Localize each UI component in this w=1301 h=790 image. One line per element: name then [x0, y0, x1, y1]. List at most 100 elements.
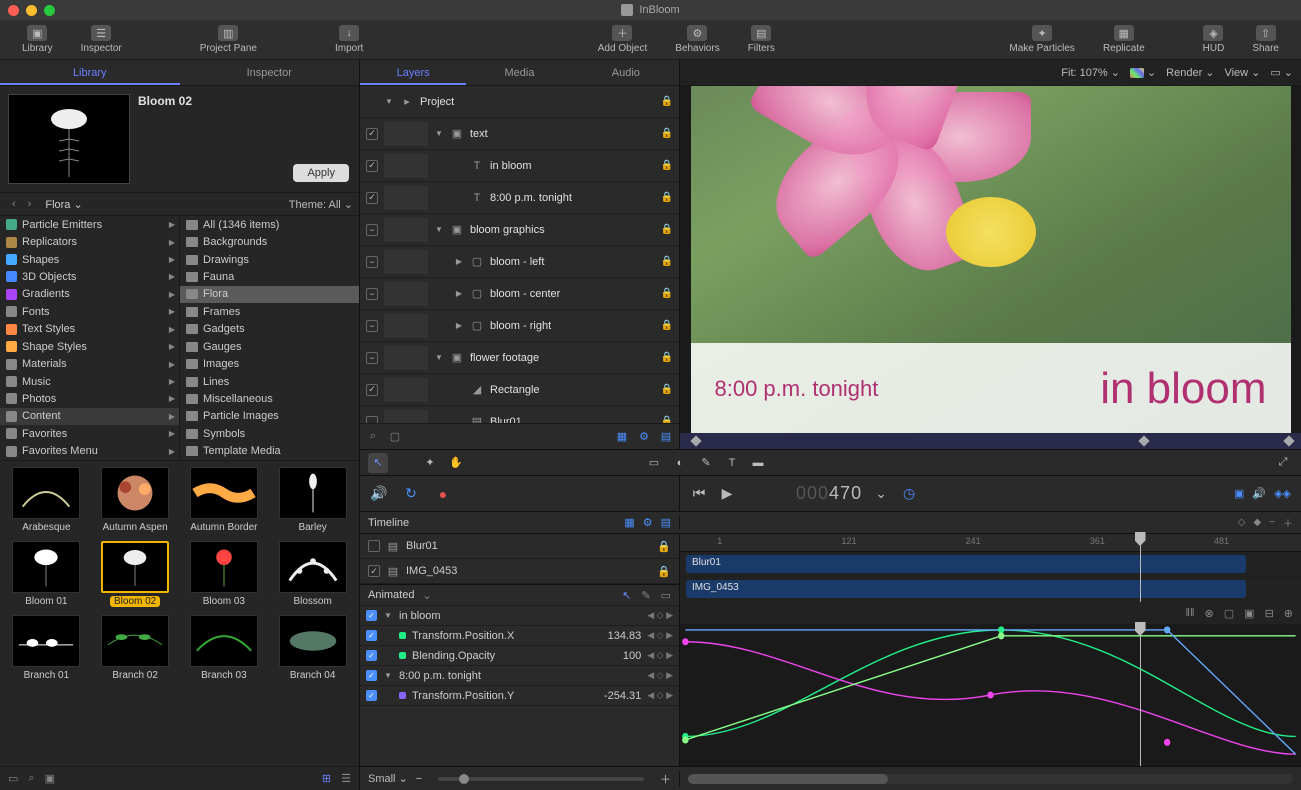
mask-icon[interactable]: ▦ [615, 430, 629, 444]
track-lane[interactable]: IMG_0453 [680, 577, 1301, 602]
filter-icon[interactable]: ▤ [659, 430, 673, 444]
layers-filter-icon[interactable]: ▢ [388, 430, 402, 444]
layer-row[interactable]: ▼▣text🔒 [360, 118, 679, 150]
curves-editor[interactable] [680, 624, 1301, 766]
content-item[interactable]: Autumn Aspen [93, 465, 178, 535]
layout-popup[interactable]: ▭ ⌄ [1270, 66, 1293, 79]
folder-item[interactable]: Gadgets [180, 321, 359, 338]
folder-item[interactable]: Miscellaneous [180, 390, 359, 407]
canvas-viewer[interactable]: 8:00 p.m. tonight in bloom [680, 86, 1301, 433]
kf-fit-icon[interactable]: ⊟ [1265, 607, 1274, 620]
zoom-plus-icon[interactable]: ＋ [660, 771, 671, 787]
path-icon[interactable]: ▭ [8, 772, 18, 785]
keyframe-editor-icon[interactable]: ▣ [1234, 487, 1244, 500]
audio-toggle-icon[interactable]: 🔊 [370, 485, 388, 503]
content-item[interactable]: Arabesque [4, 465, 89, 535]
content-item[interactable]: Bloom 02 [93, 539, 178, 609]
breadcrumb-forward[interactable]: › [22, 198, 38, 210]
library-toolbar-button[interactable]: ▣Library [8, 23, 67, 56]
lock-icon[interactable]: 🔒 [661, 352, 673, 363]
timeline-hscroll[interactable] [688, 774, 1293, 784]
layer-visibility-checkbox[interactable] [366, 352, 378, 364]
param-row[interactable]: ✓▼in bloom◀ ◇ ▶ [360, 606, 679, 626]
media-tab[interactable]: Media [466, 60, 572, 85]
lock-icon[interactable]: 🔒 [661, 96, 673, 107]
layer-row[interactable]: ▶▢bloom - center🔒 [360, 278, 679, 310]
clip[interactable]: IMG_0453 [686, 580, 1246, 598]
disclosure-icon[interactable]: ▶ [454, 257, 464, 266]
theme-filter[interactable]: Theme: All ⌄ [289, 198, 353, 211]
mini-timeline[interactable] [680, 433, 1301, 449]
zoom-slider[interactable] [438, 777, 644, 781]
category-item[interactable]: Replicators▶ [0, 233, 179, 250]
rectangle-tool-icon[interactable]: ▭ [644, 453, 664, 473]
behavior-icon[interactable]: ⚙ [637, 430, 651, 444]
make-particles-button[interactable]: ✦Make Particles [995, 23, 1089, 56]
category-item[interactable]: Favorites▶ [0, 425, 179, 442]
fullscreen-icon[interactable]: ⤢ [1273, 453, 1293, 473]
kf-zoom-icon[interactable]: ⊕ [1284, 607, 1293, 620]
content-item[interactable]: Barley [270, 465, 355, 535]
layer-row[interactable]: ▶▢bloom - left🔒 [360, 246, 679, 278]
category-item[interactable]: Fonts▶ [0, 303, 179, 320]
timeline-track-header[interactable]: ▤IMG_0453🔒 [360, 559, 679, 584]
render-popup[interactable]: Render ⌄ [1166, 66, 1214, 79]
kf-clear-icon[interactable]: ⊗ [1205, 607, 1214, 620]
breadcrumb-back[interactable]: ‹ [6, 198, 22, 210]
lock-icon[interactable]: 🔒 [661, 128, 673, 139]
category-item[interactable]: 3D Objects▶ [0, 268, 179, 285]
category-item[interactable]: Text Styles▶ [0, 321, 179, 338]
pointer-tool-icon[interactable]: ↖ [622, 589, 631, 602]
content-item[interactable]: Blossom [270, 539, 355, 609]
marker-icon[interactable]: ◆ [1253, 517, 1261, 528]
layer-row[interactable]: ▶▢bloom - right🔒 [360, 310, 679, 342]
kf-box-icon[interactable]: ▢ [1224, 607, 1234, 620]
content-item[interactable]: Branch 03 [182, 613, 267, 683]
disclosure-icon[interactable]: ▼ [434, 129, 444, 138]
layer-list[interactable]: ▼▸Project🔒▼▣text🔒Tin bloom🔒T8:00 p.m. to… [360, 86, 679, 423]
category-item[interactable]: Music▶ [0, 373, 179, 390]
folder-item[interactable]: Symbols [180, 425, 359, 442]
loop-icon[interactable]: ↻ [402, 485, 420, 503]
zoom-minus-icon[interactable]: − [416, 773, 422, 785]
box-tool-icon[interactable]: ▭ [661, 589, 671, 602]
close-window[interactable] [8, 5, 19, 16]
kf-audio-icon[interactable]: ‖‖ [1185, 607, 1194, 620]
audio-tab[interactable]: Audio [573, 60, 679, 85]
layer-visibility-checkbox[interactable] [366, 256, 378, 268]
fit-zoom[interactable]: Fit: 107% ⌄ [1061, 66, 1120, 79]
content-item[interactable]: Bloom 01 [4, 539, 89, 609]
content-item[interactable]: Branch 01 [4, 613, 89, 683]
category-list[interactable]: Particle Emitters▶Replicators▶Shapes▶3D … [0, 216, 180, 460]
color-channel-popup[interactable]: ⌄ [1130, 66, 1156, 79]
go-to-start-icon[interactable]: ⏮ [690, 485, 708, 503]
import-button[interactable]: ↓Import [321, 23, 377, 56]
timeline-track-header[interactable]: ▤Blur01🔒 [360, 534, 679, 559]
hud-button[interactable]: ◈HUD [1189, 23, 1239, 56]
layer-row[interactable]: Tin bloom🔒 [360, 150, 679, 182]
project-pane-button[interactable]: ▥Project Pane [186, 23, 271, 56]
grid-view-icon[interactable]: ⊞ [322, 772, 331, 785]
disclosure-icon[interactable]: ▼ [434, 225, 444, 234]
maximize-window[interactable] [44, 5, 55, 16]
minimize-window[interactable] [26, 5, 37, 16]
disclosure-icon[interactable]: ▶ [454, 289, 464, 298]
param-checkbox[interactable]: ✓ [366, 630, 377, 641]
select-tool-icon[interactable]: ↖ [368, 453, 388, 473]
tl-mask-icon[interactable]: ▦ [624, 516, 634, 529]
layers-search-icon[interactable]: ⌕ [366, 430, 380, 444]
zoom-size-popup[interactable]: Small ⌄ [368, 772, 408, 785]
content-item[interactable]: Branch 02 [93, 613, 178, 683]
disclosure-icon[interactable]: ▼ [384, 97, 394, 106]
layer-row[interactable]: T8:00 p.m. tonight🔒 [360, 182, 679, 214]
category-item[interactable]: Content▶ [0, 408, 179, 425]
category-item[interactable]: Particle Emitters▶ [0, 216, 179, 233]
layer-row[interactable]: ▼▣flower footage🔒 [360, 342, 679, 374]
folder-item[interactable]: Flora [180, 286, 359, 303]
content-item[interactable]: Branch 04 [270, 613, 355, 683]
track-lane[interactable]: Blur01 [680, 552, 1301, 577]
category-item[interactable]: Favorites Menu▶ [0, 442, 179, 459]
inspector-toolbar-button[interactable]: ☰Inspector [67, 23, 136, 56]
clip[interactable]: Blur01 [686, 555, 1246, 573]
category-item[interactable]: Gradients▶ [0, 286, 179, 303]
